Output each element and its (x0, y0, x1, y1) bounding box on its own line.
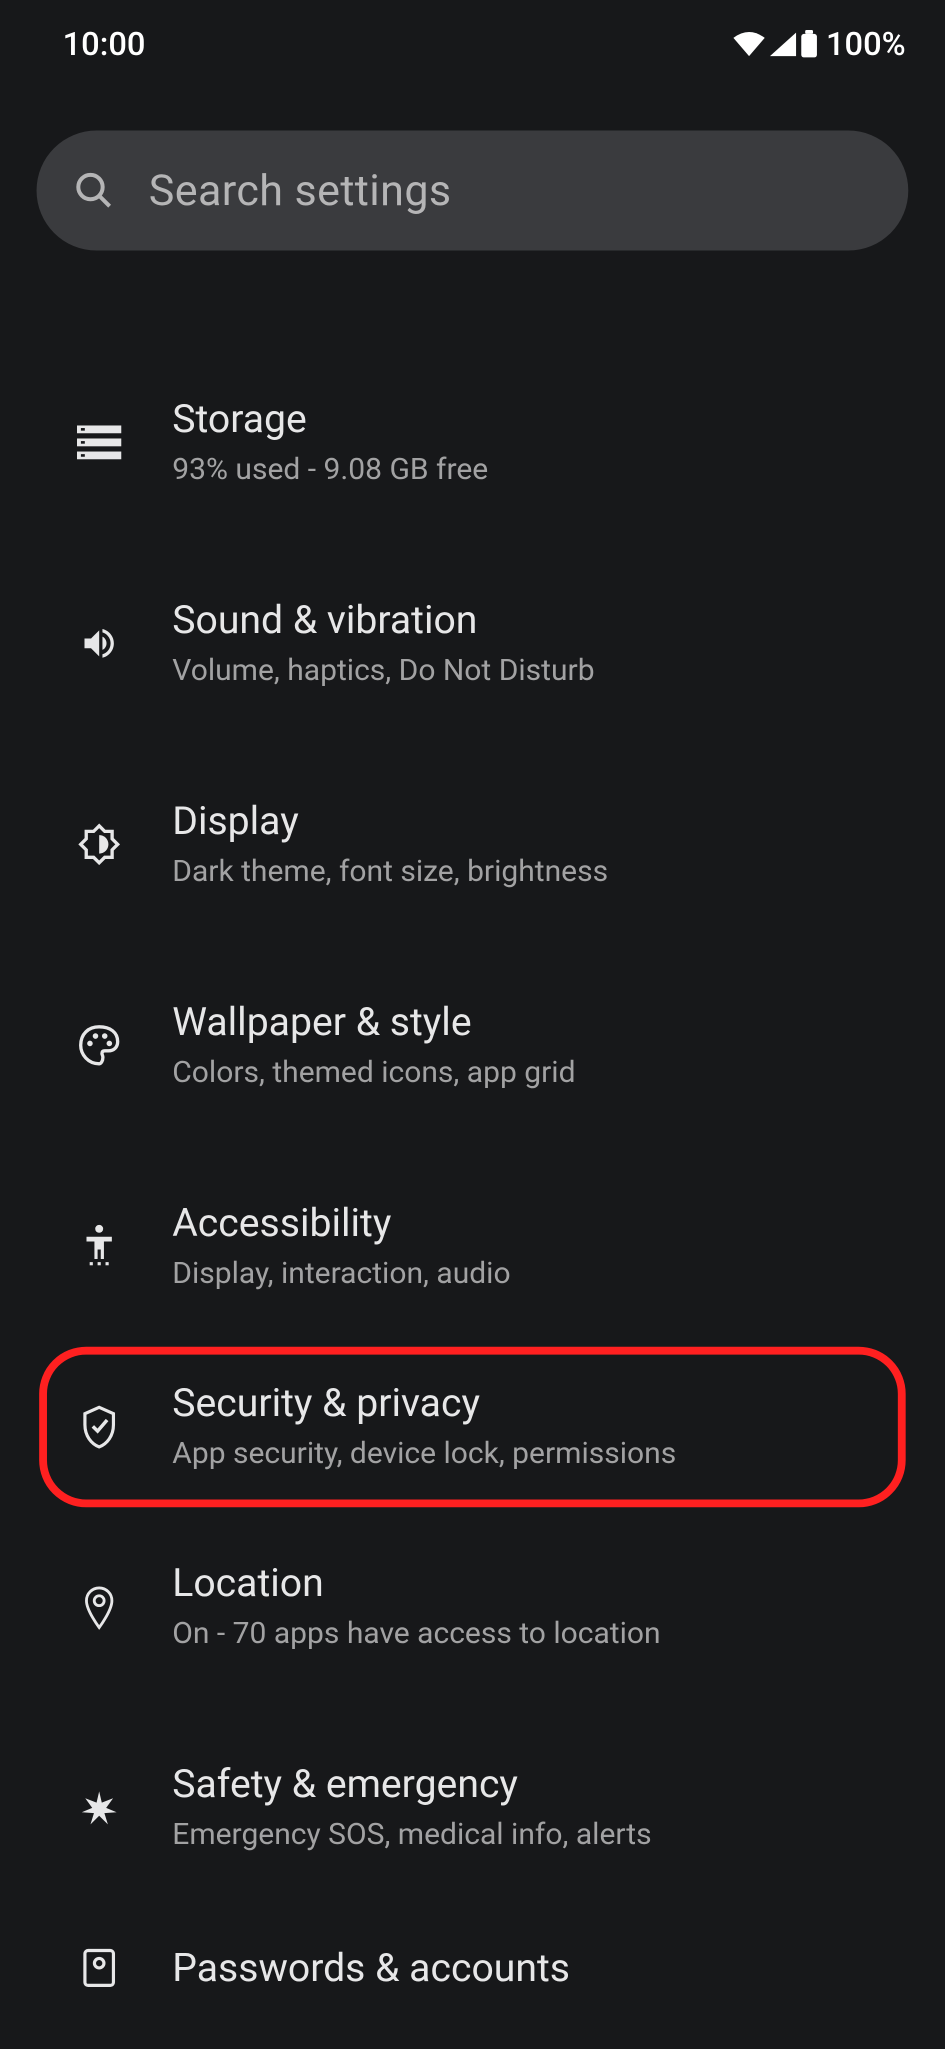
search-icon (73, 170, 115, 212)
settings-item-display[interactable]: Display Dark theme, font size, brightnes… (0, 744, 945, 945)
settings-item-security[interactable]: Security & privacy App security, device … (76, 1381, 898, 1474)
item-title: Location (172, 1561, 660, 1607)
status-bar: 10:00 100% (0, 0, 945, 78)
battery-icon (800, 30, 818, 59)
item-title: Safety & emergency (172, 1762, 651, 1808)
item-title: Storage (172, 396, 488, 442)
item-text: Security & privacy App security, device … (172, 1381, 676, 1474)
settings-item-location[interactable]: Location On - 70 apps have access to loc… (0, 1507, 945, 1708)
settings-list: Storage 93% used - 9.08 GB free Sound & … (0, 277, 945, 1992)
item-text: Accessibility Display, interaction, audi… (172, 1200, 510, 1293)
item-title: Security & privacy (172, 1381, 676, 1427)
item-text: Wallpaper & style Colors, themed icons, … (172, 999, 575, 1092)
settings-item-storage[interactable]: Storage 93% used - 9.08 GB free (0, 342, 945, 543)
search-bar[interactable]: Search settings (37, 131, 909, 251)
highlight-annotation: Security & privacy App security, device … (39, 1347, 906, 1507)
status-icons (732, 30, 818, 59)
item-title: Display (172, 798, 608, 844)
key-icon (76, 1946, 123, 1990)
accessibility-icon (76, 1224, 123, 1268)
settings-item-sound[interactable]: Sound & vibration Volume, haptics, Do No… (0, 543, 945, 744)
search-placeholder: Search settings (149, 165, 452, 216)
location-icon (76, 1584, 123, 1631)
item-text: Storage 93% used - 9.08 GB free (172, 396, 488, 489)
item-text: Safety & emergency Emergency SOS, medica… (172, 1762, 651, 1855)
sound-icon (76, 624, 123, 663)
settings-item-safety[interactable]: Safety & emergency Emergency SOS, medica… (0, 1708, 945, 1909)
status-time: 10:00 (63, 25, 146, 63)
item-subtitle: 93% used - 9.08 GB free (172, 450, 488, 489)
item-text: Sound & vibration Volume, haptics, Do No… (172, 597, 594, 690)
display-icon (76, 822, 123, 866)
item-text: Location On - 70 apps have access to loc… (172, 1561, 660, 1654)
asterisk-icon (76, 1788, 123, 1830)
item-title: Sound & vibration (172, 597, 594, 643)
item-title: Wallpaper & style (172, 999, 575, 1045)
item-subtitle: Volume, haptics, Do Not Disturb (172, 651, 594, 690)
shield-icon (76, 1405, 123, 1449)
storage-icon (76, 425, 123, 459)
settings-item-accessibility[interactable]: Accessibility Display, interaction, audi… (0, 1146, 945, 1347)
status-right: 100% (732, 25, 906, 63)
item-subtitle: Colors, themed icons, app grid (172, 1053, 575, 1092)
settings-item-wallpaper[interactable]: Wallpaper & style Colors, themed icons, … (0, 945, 945, 1146)
item-subtitle: App security, device lock, permissions (172, 1434, 676, 1473)
item-subtitle: Display, interaction, audio (172, 1254, 510, 1293)
wifi-icon (732, 31, 766, 57)
battery-percent: 100% (826, 25, 906, 63)
item-text: Display Dark theme, font size, brightnes… (172, 798, 608, 891)
item-subtitle: Emergency SOS, medical info, alerts (172, 1816, 651, 1855)
cellular-icon (769, 31, 798, 57)
item-title: Accessibility (172, 1200, 510, 1246)
item-title: Passwords & accounts (172, 1946, 570, 1992)
item-text: Passwords & accounts (172, 1946, 570, 1992)
wallpaper-icon (76, 1023, 123, 1067)
item-subtitle: Dark theme, font size, brightness (172, 852, 608, 891)
item-subtitle: On - 70 apps have access to location (172, 1615, 660, 1654)
settings-item-passwords[interactable]: Passwords & accounts (0, 1909, 945, 1991)
